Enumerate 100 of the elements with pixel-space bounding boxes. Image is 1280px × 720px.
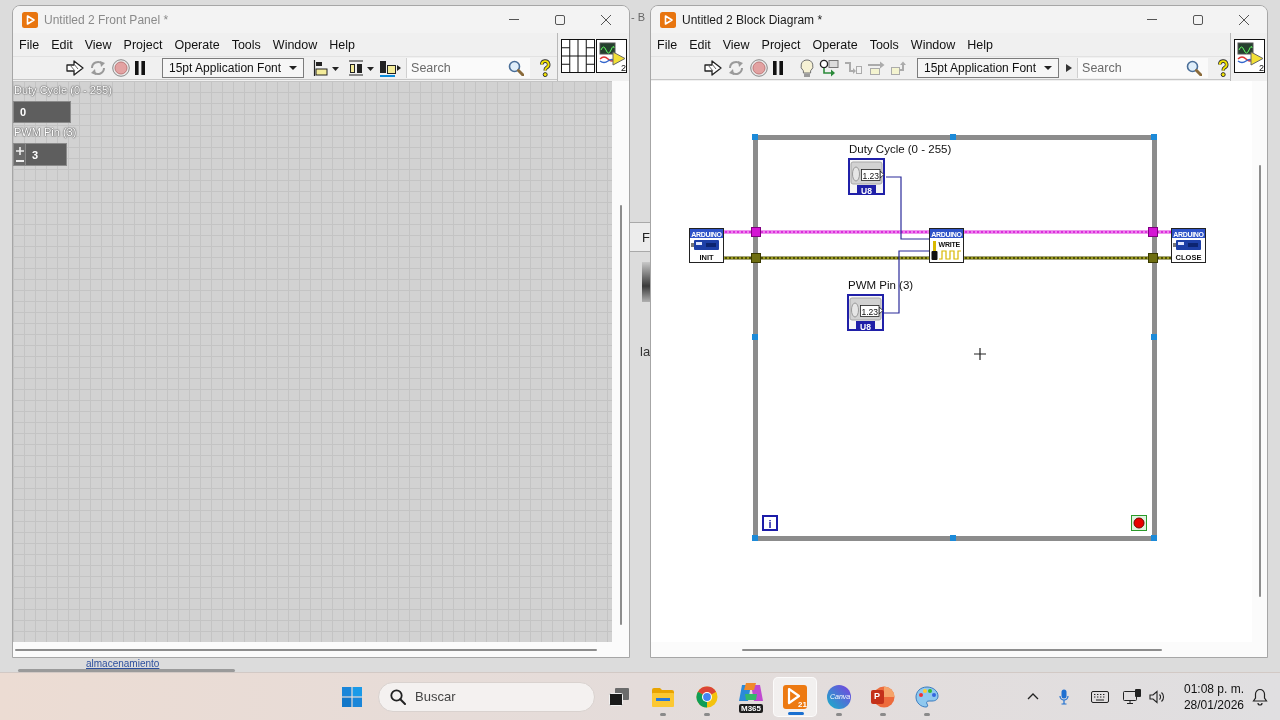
tunnel-icon — [751, 253, 761, 263]
monitor-icon[interactable] — [1122, 688, 1141, 705]
pause-icon[interactable] — [773, 61, 783, 75]
increment-icon[interactable] — [15, 146, 24, 155]
icon-label: 21 — [798, 699, 807, 709]
numeric-input-field[interactable]: 0 — [13, 101, 71, 123]
search-icon[interactable] — [508, 60, 525, 76]
data-type-tag: U8 — [857, 185, 876, 196]
photo-placeholder — [642, 262, 650, 302]
search-bar[interactable]: Search — [406, 58, 531, 78]
folder-icon — [651, 686, 675, 707]
help-icon[interactable] — [1217, 59, 1230, 77]
help-icon[interactable] — [539, 59, 552, 77]
resize-objects-icon[interactable] — [379, 59, 402, 77]
app-badge: M365 — [739, 703, 763, 713]
search-bar[interactable]: Search — [1077, 58, 1209, 78]
menu-item[interactable]: Project — [117, 35, 169, 54]
menu-item[interactable]: File — [13, 35, 46, 54]
data-type-tag: U8 — [856, 321, 875, 332]
app-logo-icon — [660, 11, 676, 28]
numeric-display: 1.23 — [860, 305, 880, 317]
microphone-icon[interactable] — [1058, 688, 1069, 705]
search-field[interactable]: Search — [411, 59, 509, 77]
menu-item[interactable]: View — [78, 35, 118, 54]
menu-item[interactable]: Edit — [45, 35, 79, 54]
abort-icon[interactable] — [750, 59, 768, 77]
search-field[interactable]: Search — [1082, 59, 1187, 77]
tile-and-circle-icon — [871, 685, 895, 708]
maximize-icon[interactable] — [1193, 14, 1203, 25]
keyboard-icon[interactable] — [1090, 690, 1109, 703]
menu-item[interactable]: Project — [755, 35, 807, 54]
clock-time[interactable]: 01:08 p. m. — [1183, 680, 1244, 697]
menu-item[interactable]: View — [716, 35, 756, 54]
notification-bell-icon[interactable] — [1252, 687, 1268, 706]
search-icon — [390, 688, 406, 705]
menu-item[interactable]: Window — [266, 35, 324, 54]
decrement-icon[interactable] — [15, 160, 24, 163]
task-view-icon — [609, 687, 629, 706]
horizontal-scrollbar[interactable] — [18, 669, 235, 672]
numeric-display: 1.23 — [861, 169, 881, 181]
speaker-icon[interactable] — [1148, 689, 1165, 704]
taskbar-app-button[interactable]: M365 — [729, 676, 773, 717]
font-dropdown[interactable]: 15pt Application Font — [162, 58, 305, 78]
clock-date[interactable]: 28/01/2026 — [1183, 696, 1244, 713]
page-link[interactable]: almacenamiento — [86, 658, 160, 669]
tunnel-icon — [1148, 253, 1158, 263]
vi-icon[interactable]: 2 — [1234, 39, 1265, 73]
window-title: Untitled 2 Block Diagram * — [682, 12, 824, 27]
taskbar-app-button[interactable]: P — [861, 676, 905, 717]
crosshair-cursor-icon — [973, 347, 987, 361]
pause-icon[interactable] — [135, 61, 145, 75]
tab-title[interactable]: - B — [631, 11, 646, 23]
palette-icon — [915, 685, 939, 708]
maximize-icon[interactable] — [555, 14, 565, 25]
close-icon[interactable] — [601, 14, 611, 25]
search-bar[interactable]: Buscar — [378, 681, 595, 712]
search-field[interactable]: Buscar — [415, 686, 594, 707]
run-arrow-icon[interactable] — [704, 60, 722, 76]
close-icon[interactable] — [1239, 14, 1249, 25]
menu-item[interactable]: Help — [323, 35, 362, 54]
control-label: PWM Pin (3) — [848, 279, 914, 291]
iteration-terminal: i — [762, 515, 778, 531]
tunnel-icon — [751, 227, 761, 237]
connector-pane-icon[interactable] — [561, 39, 595, 73]
horizontal-scrollbar[interactable] — [742, 648, 1162, 651]
font-dropdown[interactable]: 15pt Application Font — [917, 58, 1060, 78]
menu-item[interactable]: Window — [904, 35, 962, 54]
menu-item[interactable]: Operate — [168, 35, 226, 54]
menu-item[interactable]: Operate — [806, 35, 864, 54]
menu-item[interactable]: Edit — [683, 35, 717, 54]
align-objects-icon[interactable] — [313, 59, 340, 77]
menu-item[interactable]: Tools — [863, 35, 905, 54]
control-label: PWM Pin (3) — [14, 126, 77, 139]
vertical-scrollbar[interactable] — [619, 205, 622, 625]
gradient-circle-icon — [827, 684, 851, 709]
menu-item[interactable]: File — [651, 35, 684, 54]
vi-icon[interactable]: 2 — [596, 39, 627, 73]
icon-label: P — [874, 690, 880, 702]
vertical-scrollbar[interactable] — [1258, 165, 1261, 597]
light-bulb-icon[interactable] — [800, 59, 814, 77]
search-icon[interactable] — [1186, 60, 1203, 76]
abort-icon[interactable] — [112, 59, 130, 77]
run-arrow-icon[interactable] — [66, 60, 84, 76]
distribute-objects-icon[interactable] — [348, 59, 375, 77]
ribbon-logo-icon — [739, 682, 763, 703]
caret-icon — [1044, 66, 1053, 70]
numeric-input-field[interactable]: 3 — [13, 143, 67, 166]
menu-item[interactable]: Tools — [225, 35, 267, 54]
probe-icon[interactable] — [819, 59, 839, 77]
menu-item[interactable]: Help — [961, 35, 1000, 54]
expand-arrow-icon[interactable] — [1066, 64, 1073, 72]
tunnel-icon — [1148, 227, 1158, 237]
horizontal-scrollbar[interactable] — [15, 648, 597, 651]
start-icon[interactable] — [342, 686, 362, 707]
control-label: Duty Cycle (0 - 255) — [849, 143, 952, 155]
page-text: la — [640, 344, 651, 359]
page-text: F — [642, 230, 650, 245]
segmented-circle-icon — [696, 685, 718, 708]
caret-icon — [289, 66, 298, 70]
chevron-up-icon[interactable] — [1026, 693, 1039, 700]
